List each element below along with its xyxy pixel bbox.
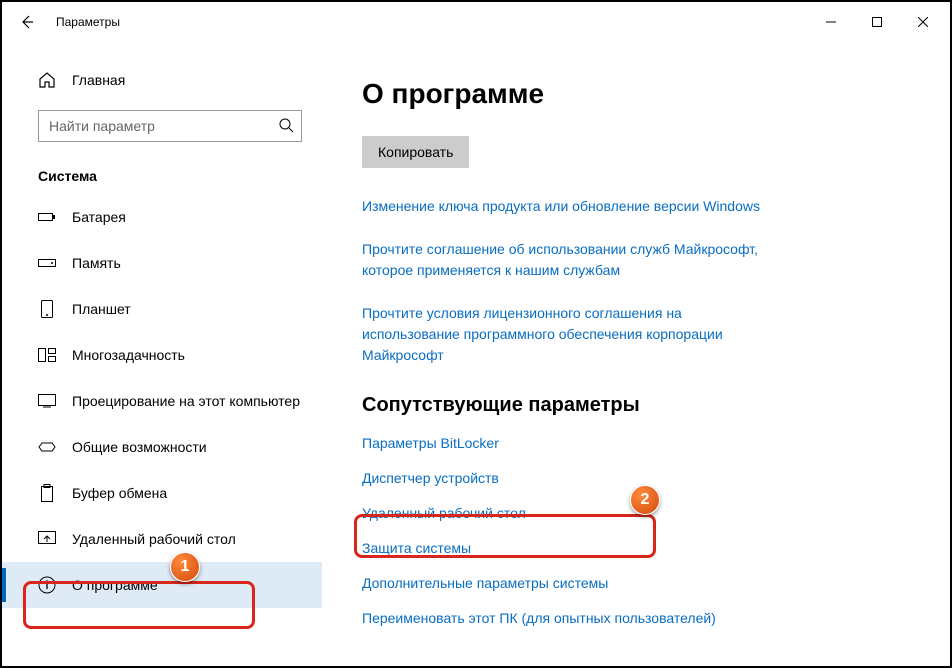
annotation-callout-1: 1 — [170, 552, 200, 582]
sidebar-item-label: О программе — [72, 577, 158, 593]
link-remote-desktop[interactable]: Удаленный рабочий стол — [362, 503, 782, 524]
link-change-product-key[interactable]: Изменение ключа продукта или обновление … — [362, 196, 782, 217]
sidebar-item-about[interactable]: О программе — [2, 562, 322, 608]
search-input[interactable] — [38, 110, 302, 142]
link-bitlocker[interactable]: Параметры BitLocker — [362, 433, 782, 454]
sidebar-section-title: Система — [2, 142, 322, 194]
info-icon — [38, 576, 56, 594]
sidebar-item-projecting[interactable]: Проецирование на этот компьютер — [2, 378, 322, 424]
sidebar-item-label: Многозадачность — [72, 347, 185, 363]
sidebar-item-multitasking[interactable]: Многозадачность — [2, 332, 322, 378]
copy-button[interactable]: Копировать — [362, 136, 469, 168]
sidebar-item-battery[interactable]: Батарея — [2, 194, 322, 240]
annotation-callout-2: 2 — [630, 485, 660, 515]
link-device-manager[interactable]: Диспетчер устройств — [362, 468, 782, 489]
sidebar-item-label: Планшет — [72, 301, 131, 317]
sidebar-item-label: Общие возможности — [72, 439, 207, 455]
sidebar-item-label: Буфер обмена — [72, 485, 167, 501]
link-system-protection[interactable]: Защита системы — [362, 538, 782, 559]
storage-icon — [38, 254, 56, 272]
clipboard-icon — [38, 484, 56, 502]
titlebar: Параметры — [2, 2, 950, 42]
window-controls — [808, 6, 946, 38]
link-license-terms[interactable]: Прочтите условия лицензионного соглашени… — [362, 303, 782, 366]
related-heading: Сопутствующие параметры — [362, 394, 910, 417]
tablet-icon — [38, 300, 56, 318]
link-services-agreement[interactable]: Прочтите соглашение об использовании слу… — [362, 239, 782, 281]
sidebar-home-label: Главная — [72, 72, 125, 88]
sidebar-item-storage[interactable]: Память — [2, 240, 322, 286]
maximize-button[interactable] — [854, 6, 900, 38]
multitasking-icon — [38, 346, 56, 364]
sidebar-item-label: Проецирование на этот компьютер — [72, 393, 300, 409]
sidebar: Главная Система Батарея Память Планшет М… — [2, 42, 322, 666]
sidebar-item-label: Удаленный рабочий стол — [72, 531, 236, 547]
sidebar-item-shared[interactable]: Общие возможности — [2, 424, 322, 470]
home-icon — [38, 71, 56, 89]
link-advanced-system-settings[interactable]: Дополнительные параметры системы — [362, 573, 782, 594]
app-title: Параметры — [56, 15, 120, 29]
minimize-button[interactable] — [808, 6, 854, 38]
remote-icon — [38, 530, 56, 548]
sidebar-item-clipboard[interactable]: Буфер обмена — [2, 470, 322, 516]
sidebar-item-label: Память — [72, 255, 121, 271]
project-icon — [38, 392, 56, 410]
battery-icon — [38, 208, 56, 226]
page-title: О программе — [362, 78, 910, 110]
search-icon — [278, 117, 294, 138]
arrow-left-icon — [19, 14, 35, 30]
back-button[interactable] — [6, 2, 48, 42]
sidebar-home[interactable]: Главная — [2, 60, 322, 96]
close-button[interactable] — [900, 6, 946, 38]
shared-icon — [38, 438, 56, 456]
sidebar-item-remote-desktop[interactable]: Удаленный рабочий стол — [2, 516, 322, 562]
link-rename-pc[interactable]: Переименовать этот ПК (для опытных польз… — [362, 608, 782, 629]
sidebar-item-label: Батарея — [72, 209, 126, 225]
main-content: О программе Копировать Изменение ключа п… — [322, 42, 950, 666]
sidebar-item-tablet[interactable]: Планшет — [2, 286, 322, 332]
